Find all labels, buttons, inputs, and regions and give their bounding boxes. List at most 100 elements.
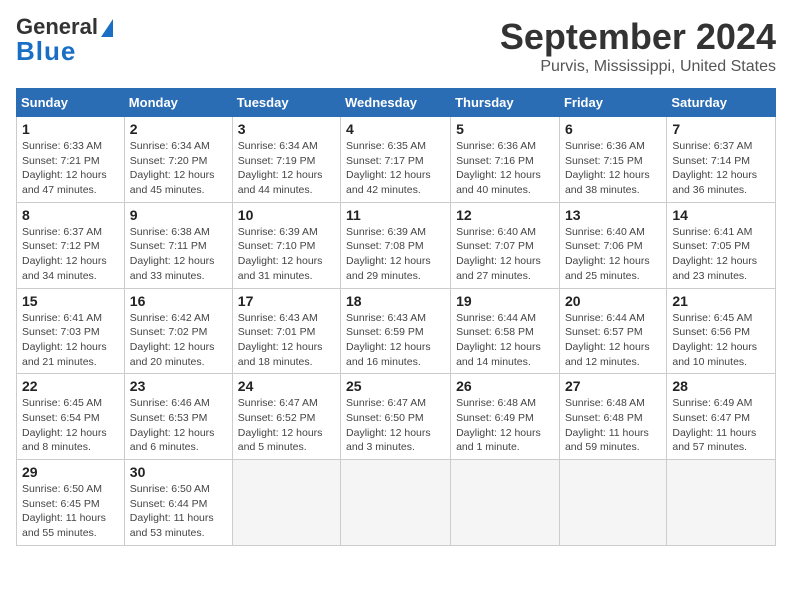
day-number: 4 [346, 121, 445, 137]
daylight-label: Daylight: 12 hours and 45 minutes. [130, 169, 215, 196]
calendar-cell [559, 460, 666, 546]
calendar-cell: 28 Sunrise: 6:49 AM Sunset: 6:47 PM Dayl… [667, 374, 776, 460]
daylight-label: Daylight: 12 hours and 38 minutes. [565, 169, 650, 196]
day-number: 18 [346, 293, 445, 309]
daylight-label: Daylight: 12 hours and 25 minutes. [565, 255, 650, 282]
daylight-label: Daylight: 12 hours and 31 minutes. [238, 255, 323, 282]
day-number: 24 [238, 378, 335, 394]
daylight-label: Daylight: 11 hours and 55 minutes. [22, 512, 106, 539]
day-info: Sunrise: 6:44 AM Sunset: 6:58 PM Dayligh… [456, 311, 554, 370]
day-number: 10 [238, 207, 335, 223]
sunset-label: Sunset: 7:14 PM [672, 155, 750, 167]
day-info: Sunrise: 6:43 AM Sunset: 7:01 PM Dayligh… [238, 311, 335, 370]
day-info: Sunrise: 6:44 AM Sunset: 6:57 PM Dayligh… [565, 311, 661, 370]
sunset-label: Sunset: 6:47 PM [672, 412, 750, 424]
day-info: Sunrise: 6:49 AM Sunset: 6:47 PM Dayligh… [672, 396, 770, 455]
sunset-label: Sunset: 6:50 PM [346, 412, 424, 424]
day-info: Sunrise: 6:37 AM Sunset: 7:12 PM Dayligh… [22, 225, 119, 284]
logo-general: General [16, 16, 113, 38]
calendar-cell: 27 Sunrise: 6:48 AM Sunset: 6:48 PM Dayl… [559, 374, 666, 460]
day-info: Sunrise: 6:41 AM Sunset: 7:03 PM Dayligh… [22, 311, 119, 370]
sunrise-label: Sunrise: 6:42 AM [130, 312, 210, 324]
sunrise-label: Sunrise: 6:34 AM [130, 140, 210, 152]
sunrise-label: Sunrise: 6:45 AM [22, 397, 102, 409]
day-info: Sunrise: 6:35 AM Sunset: 7:17 PM Dayligh… [346, 139, 445, 198]
sunset-label: Sunset: 6:56 PM [672, 326, 750, 338]
sunrise-label: Sunrise: 6:36 AM [565, 140, 645, 152]
sunset-label: Sunset: 6:53 PM [130, 412, 208, 424]
sunrise-label: Sunrise: 6:37 AM [672, 140, 752, 152]
day-number: 30 [130, 464, 227, 480]
sunset-label: Sunset: 6:59 PM [346, 326, 424, 338]
day-number: 3 [238, 121, 335, 137]
day-number: 8 [22, 207, 119, 223]
calendar-cell: 26 Sunrise: 6:48 AM Sunset: 6:49 PM Dayl… [451, 374, 560, 460]
sunset-label: Sunset: 7:20 PM [130, 155, 208, 167]
day-info: Sunrise: 6:48 AM Sunset: 6:49 PM Dayligh… [456, 396, 554, 455]
sunset-label: Sunset: 6:54 PM [22, 412, 100, 424]
sunrise-label: Sunrise: 6:46 AM [130, 397, 210, 409]
calendar-cell: 25 Sunrise: 6:47 AM Sunset: 6:50 PM Dayl… [341, 374, 451, 460]
day-info: Sunrise: 6:34 AM Sunset: 7:19 PM Dayligh… [238, 139, 335, 198]
week-row-4: 22 Sunrise: 6:45 AM Sunset: 6:54 PM Dayl… [17, 374, 776, 460]
day-info: Sunrise: 6:50 AM Sunset: 6:44 PM Dayligh… [130, 482, 227, 541]
week-row-3: 15 Sunrise: 6:41 AM Sunset: 7:03 PM Dayl… [17, 288, 776, 374]
sunrise-label: Sunrise: 6:48 AM [456, 397, 536, 409]
daylight-label: Daylight: 11 hours and 53 minutes. [130, 512, 214, 539]
daylight-label: Daylight: 12 hours and 16 minutes. [346, 341, 431, 368]
sunrise-label: Sunrise: 6:34 AM [238, 140, 318, 152]
sunrise-label: Sunrise: 6:39 AM [238, 226, 318, 238]
day-number: 2 [130, 121, 227, 137]
logo: General Blue [16, 16, 113, 64]
calendar-cell: 8 Sunrise: 6:37 AM Sunset: 7:12 PM Dayli… [17, 202, 125, 288]
day-number: 25 [346, 378, 445, 394]
sunset-label: Sunset: 7:06 PM [565, 240, 643, 252]
sunset-label: Sunset: 7:07 PM [456, 240, 534, 252]
day-number: 20 [565, 293, 661, 309]
day-number: 5 [456, 121, 554, 137]
calendar-cell [667, 460, 776, 546]
daylight-label: Daylight: 12 hours and 14 minutes. [456, 341, 541, 368]
header-monday: Monday [124, 89, 232, 117]
day-number: 1 [22, 121, 119, 137]
page-header: General Blue September 2024 Purvis, Miss… [16, 16, 776, 76]
day-info: Sunrise: 6:47 AM Sunset: 6:52 PM Dayligh… [238, 396, 335, 455]
day-number: 17 [238, 293, 335, 309]
calendar-cell: 21 Sunrise: 6:45 AM Sunset: 6:56 PM Dayl… [667, 288, 776, 374]
page-title: September 2024 [500, 16, 776, 58]
sunrise-label: Sunrise: 6:33 AM [22, 140, 102, 152]
calendar-cell: 12 Sunrise: 6:40 AM Sunset: 7:07 PM Dayl… [451, 202, 560, 288]
sunrise-label: Sunrise: 6:44 AM [456, 312, 536, 324]
calendar-cell: 22 Sunrise: 6:45 AM Sunset: 6:54 PM Dayl… [17, 374, 125, 460]
calendar-cell: 23 Sunrise: 6:46 AM Sunset: 6:53 PM Dayl… [124, 374, 232, 460]
day-info: Sunrise: 6:45 AM Sunset: 6:56 PM Dayligh… [672, 311, 770, 370]
sunset-label: Sunset: 7:10 PM [238, 240, 316, 252]
calendar-cell: 29 Sunrise: 6:50 AM Sunset: 6:45 PM Dayl… [17, 460, 125, 546]
day-info: Sunrise: 6:38 AM Sunset: 7:11 PM Dayligh… [130, 225, 227, 284]
calendar-cell: 18 Sunrise: 6:43 AM Sunset: 6:59 PM Dayl… [341, 288, 451, 374]
daylight-label: Daylight: 12 hours and 36 minutes. [672, 169, 757, 196]
calendar-cell: 5 Sunrise: 6:36 AM Sunset: 7:16 PM Dayli… [451, 117, 560, 203]
calendar-cell: 30 Sunrise: 6:50 AM Sunset: 6:44 PM Dayl… [124, 460, 232, 546]
day-number: 29 [22, 464, 119, 480]
calendar-cell: 7 Sunrise: 6:37 AM Sunset: 7:14 PM Dayli… [667, 117, 776, 203]
day-info: Sunrise: 6:37 AM Sunset: 7:14 PM Dayligh… [672, 139, 770, 198]
day-info: Sunrise: 6:41 AM Sunset: 7:05 PM Dayligh… [672, 225, 770, 284]
sunset-label: Sunset: 7:01 PM [238, 326, 316, 338]
sunset-label: Sunset: 7:16 PM [456, 155, 534, 167]
day-number: 23 [130, 378, 227, 394]
sunset-label: Sunset: 7:19 PM [238, 155, 316, 167]
day-number: 12 [456, 207, 554, 223]
day-number: 19 [456, 293, 554, 309]
week-row-5: 29 Sunrise: 6:50 AM Sunset: 6:45 PM Dayl… [17, 460, 776, 546]
daylight-label: Daylight: 12 hours and 1 minute. [456, 427, 541, 454]
sunrise-label: Sunrise: 6:40 AM [565, 226, 645, 238]
sunrise-label: Sunrise: 6:35 AM [346, 140, 426, 152]
calendar-cell [341, 460, 451, 546]
sunrise-label: Sunrise: 6:38 AM [130, 226, 210, 238]
sunset-label: Sunset: 6:45 PM [22, 498, 100, 510]
calendar-cell: 17 Sunrise: 6:43 AM Sunset: 7:01 PM Dayl… [232, 288, 340, 374]
daylight-label: Daylight: 12 hours and 23 minutes. [672, 255, 757, 282]
daylight-label: Daylight: 12 hours and 8 minutes. [22, 427, 107, 454]
daylight-label: Daylight: 12 hours and 34 minutes. [22, 255, 107, 282]
